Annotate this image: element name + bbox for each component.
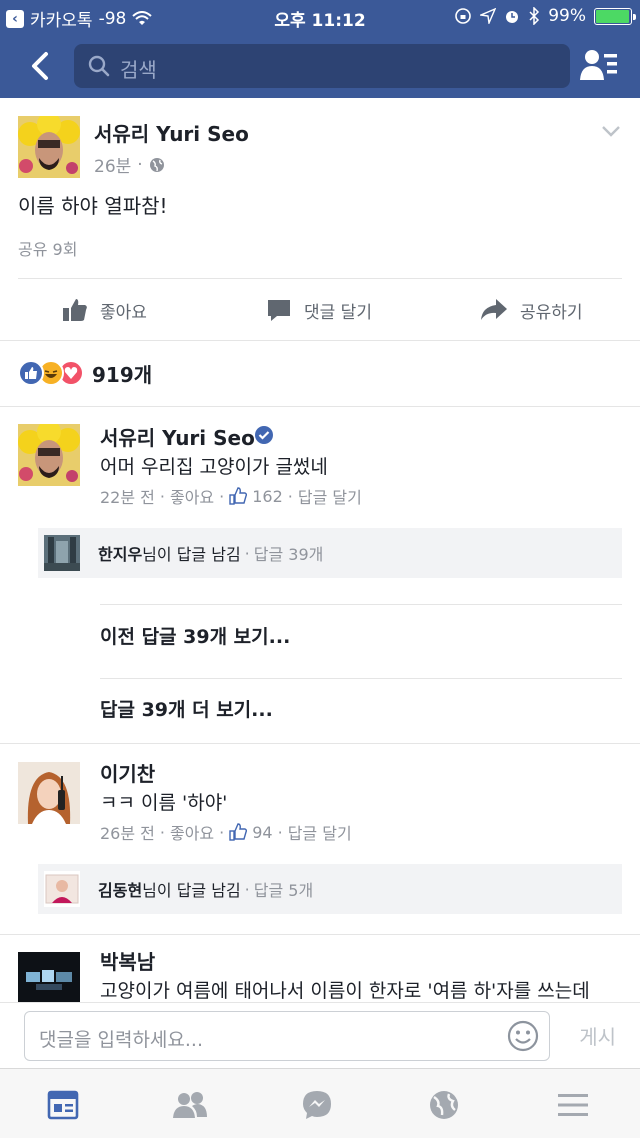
reply-link[interactable]: 답글 달기 [288, 820, 352, 844]
battery-icon [594, 7, 636, 25]
chevron-down-icon[interactable] [600, 120, 622, 142]
previous-replies-link[interactable]: 이전 답글 39개 보기... [100, 622, 290, 649]
thumbs-up-icon [229, 487, 248, 505]
reply-suffix: 님이 답글 남김 [142, 881, 241, 900]
comment-composer: 댓글을 입력하세요... 게시 [0, 1002, 640, 1068]
reply-count: 답글 39개 [253, 545, 324, 564]
nav-bar: 검색 [0, 34, 640, 98]
comment-text: 어머 우리집 고양이가 글썼네 [100, 456, 328, 478]
divider [0, 934, 640, 935]
comment-like-link[interactable]: 좋아요 [170, 820, 214, 844]
post-text: 이름 하야 열파참! [18, 194, 168, 218]
share-arrow-icon [481, 299, 507, 320]
comment-text: ㅋㅋ 이름 '하야' [100, 792, 228, 814]
reply-avatar [44, 535, 80, 571]
reply-avatar [44, 871, 80, 907]
status-bar: ‹ 카카오톡 -98 오후 11:12 99% [0, 0, 640, 34]
commenter-avatar[interactable] [18, 952, 80, 1002]
divider [18, 278, 622, 279]
reactions-count: 919개 [92, 362, 153, 387]
location-icon [480, 8, 497, 24]
comment-input-placeholder: 댓글을 입력하세요... [39, 1029, 203, 1051]
comment-like-count[interactable]: 94 [252, 823, 272, 842]
share-count[interactable]: 공유 9회 [18, 236, 77, 260]
verified-badge-icon [255, 426, 273, 444]
tab-menu[interactable] [553, 1085, 593, 1125]
comment-time: 22분 전 [100, 488, 155, 507]
reply-link[interactable]: 답글 달기 [298, 484, 362, 508]
tab-messenger[interactable] [297, 1085, 337, 1125]
reply-count: 답글 5개 [253, 881, 314, 900]
tab-bar [0, 1068, 640, 1138]
divider [0, 406, 640, 407]
post-actions: 좋아요 댓글 달기 공유하기 [0, 280, 640, 340]
comment-author-name[interactable]: 박복남 [100, 946, 155, 975]
post-author-name[interactable]: 서유리 Yuri Seo [94, 118, 249, 147]
comment-label: 댓글 달기 [304, 302, 372, 323]
divider [100, 678, 622, 679]
globe-icon [149, 157, 164, 172]
comment-meta: 26분 전 · 좋아요 · 94 · 답글 달기 [100, 820, 352, 844]
tab-friends[interactable] [170, 1085, 210, 1125]
divider [0, 743, 640, 744]
comment-like-link[interactable]: 좋아요 [170, 484, 214, 508]
thumbs-up-icon [229, 823, 248, 841]
reply-author-name: 한지우 [98, 545, 143, 564]
reply-author-name: 김동현 [98, 881, 143, 900]
commenter-avatar[interactable] [18, 424, 80, 486]
search-placeholder: 검색 [120, 58, 157, 82]
bluetooth-icon [529, 7, 540, 25]
commenter-avatar[interactable] [18, 762, 80, 824]
comment-button[interactable]: 댓글 달기 [266, 280, 372, 340]
friends-icon [173, 1092, 207, 1118]
like-label: 좋아요 [100, 302, 147, 323]
hamburger-menu-icon [558, 1094, 588, 1116]
emoji-icon[interactable] [507, 1020, 539, 1052]
comment-text: 고양이가 여름에 태어나서 이름이 한자로 '여름 하'자를 쓰는데 [100, 980, 590, 1002]
meta-dot: · [137, 154, 143, 175]
comment-time: 26분 전 [100, 824, 155, 843]
reply-count-dot: · [244, 879, 250, 899]
alarm-icon [506, 11, 519, 23]
post-meta: 26분 · [94, 152, 165, 177]
post-comment-button[interactable]: 게시 [579, 1021, 616, 1050]
like-reaction-icon [18, 360, 44, 386]
friend-requests-icon[interactable] [580, 48, 618, 84]
orientation-lock-icon [455, 8, 472, 24]
more-replies-link[interactable]: 답글 39개 더 보기... [100, 695, 273, 722]
reply-suffix: 님이 답글 남김 [142, 545, 241, 564]
globe-icon [430, 1091, 458, 1119]
reply-preview[interactable]: 김동현 님이 답글 남김 · 답글 5개 [38, 864, 622, 914]
share-label: 공유하기 [520, 302, 583, 323]
back-arrow-icon[interactable] [24, 48, 60, 84]
search-input[interactable]: 검색 [74, 44, 570, 88]
author-avatar[interactable] [18, 116, 80, 178]
search-icon [88, 55, 110, 77]
share-button[interactable]: 공유하기 [480, 280, 583, 340]
comment-meta: 22분 전 · 좋아요 · 162 · 답글 달기 [100, 484, 362, 508]
post-time[interactable]: 26분 [94, 152, 131, 177]
divider [0, 340, 640, 341]
reply-count-dot: · [244, 543, 250, 563]
divider [100, 604, 622, 605]
reactions-summary[interactable]: 919개 [18, 358, 152, 388]
comment-bubble-icon [268, 300, 290, 321]
thumbs-up-icon [63, 299, 87, 321]
battery-percent: 99% [548, 6, 586, 26]
reply-preview[interactable]: 한지우 님이 답글 남김 · 답글 39개 [38, 528, 622, 578]
comment-input[interactable]: 댓글을 입력하세요... [24, 1011, 550, 1061]
tab-news-feed[interactable] [43, 1085, 83, 1125]
news-feed-icon [47, 1090, 79, 1120]
comment-author-name[interactable]: 이기찬 [100, 758, 155, 787]
comment-like-count[interactable]: 162 [252, 487, 283, 506]
messenger-icon [303, 1091, 331, 1119]
like-button[interactable]: 좋아요 [62, 280, 147, 340]
tab-notifications[interactable] [424, 1085, 464, 1125]
comment-author-name[interactable]: 서유리 Yuri Seo [100, 422, 255, 451]
